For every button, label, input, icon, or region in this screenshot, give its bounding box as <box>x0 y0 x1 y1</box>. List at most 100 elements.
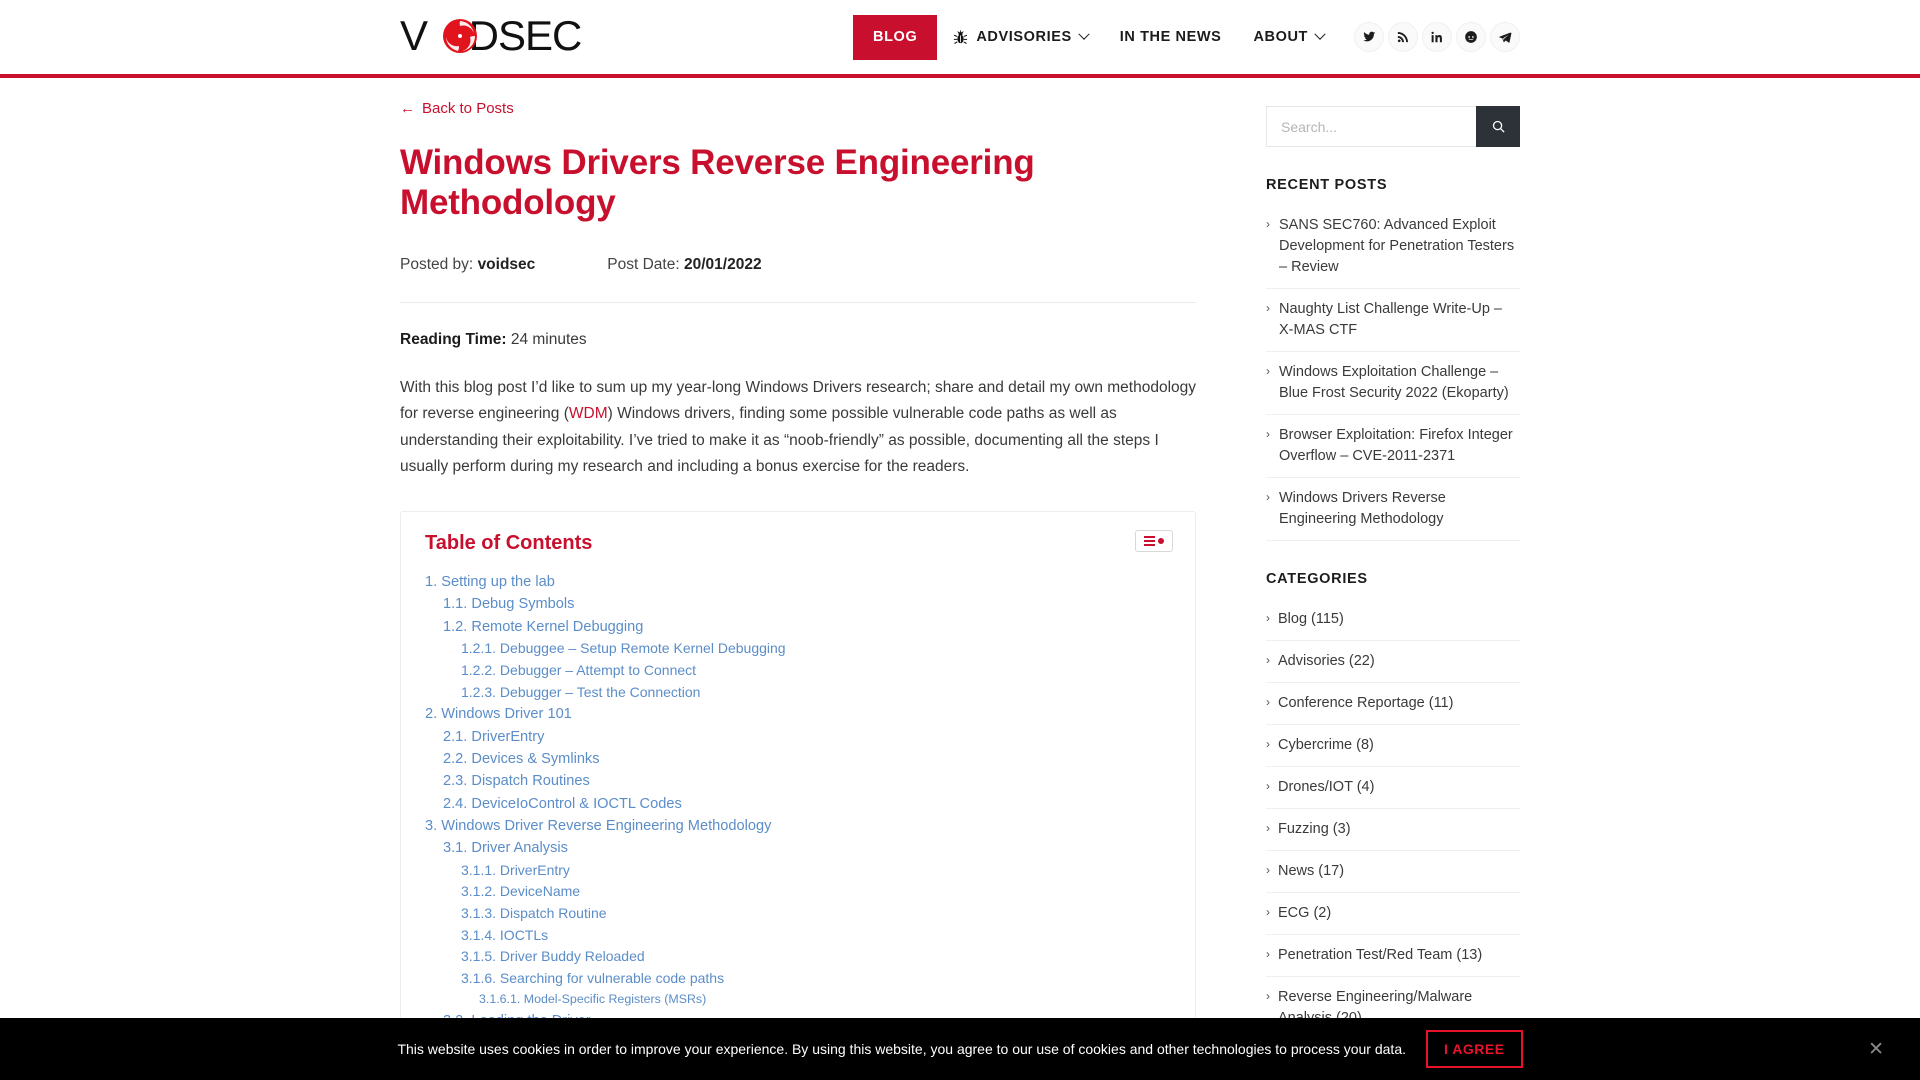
category-label: Advisories (22) <box>1278 653 1375 670</box>
toc-item-number: 3.1.6.1. <box>479 991 521 1006</box>
toc-item[interactable]: 2.1. DriverEntry <box>425 726 1171 748</box>
chevron-right-icon: › <box>1266 947 1270 962</box>
category-item[interactable]: › News (17) <box>1266 851 1520 894</box>
recent-post-item[interactable]: › SANS SEC760: Advanced Exploit Developme… <box>1266 205 1520 290</box>
toc-item[interactable]: 1. Setting up the lab <box>425 571 1171 593</box>
recent-post-label: Naughty List Challenge Write-Up – X-MAS … <box>1279 301 1502 339</box>
toc-item-number: 3.1. <box>443 840 468 857</box>
toc-item-number: 1.1. <box>443 596 468 613</box>
nav-label-advisories: ADVISORIES <box>976 29 1072 45</box>
back-to-posts-link[interactable]: ← Back to Posts <box>400 100 514 117</box>
category-item[interactable]: › Cybercrime (8) <box>1266 725 1520 768</box>
toc-item[interactable]: 2.2. Devices & Symlinks <box>425 748 1171 770</box>
chevron-right-icon: › <box>1266 905 1270 920</box>
toc-toggle-button[interactable] <box>1135 530 1173 553</box>
nav-label-in-the-news: IN THE NEWS <box>1119 29 1222 45</box>
main-nav: BLOG ADVISORIES IN THE NEWS ABOUT <box>853 0 1520 74</box>
toc-item[interactable]: 3. Windows Driver Reverse Engineering Me… <box>425 815 1171 837</box>
recent-post-label: Browser Exploitation: Firefox Integer Ov… <box>1279 427 1513 465</box>
toc-item[interactable]: 3.1.3. Dispatch Routine <box>425 903 1171 925</box>
category-item[interactable]: › ECG (2) <box>1266 893 1520 936</box>
toc-item-label: IOCTLs <box>496 926 549 943</box>
site-logo[interactable]: V IDSEC <box>400 0 604 74</box>
category-label: Conference Reportage (11) <box>1278 695 1454 712</box>
category-item[interactable]: › Drones/IOT (4) <box>1266 767 1520 810</box>
nav-item-about[interactable]: ABOUT <box>1237 17 1340 57</box>
toc-item-label: Debuggee – Setup Remote Kernel Debugging <box>496 640 786 657</box>
reddit-icon <box>1465 31 1477 43</box>
toc-item[interactable]: 1.1. Debug Symbols <box>425 593 1171 615</box>
toc-item-number: 3.1.5. <box>461 948 497 965</box>
author-name: voidsec <box>477 255 536 273</box>
close-icon[interactable]: ✕ <box>1868 1038 1884 1061</box>
category-label: News (17) <box>1278 863 1345 880</box>
category-item[interactable]: › Penetration Test/Red Team (13) <box>1266 935 1520 978</box>
recent-post-item[interactable]: › Windows Drivers Reverse Engineering Met… <box>1266 478 1520 542</box>
linkedin-icon <box>1431 31 1442 43</box>
recent-posts-title: RECENT POSTS <box>1266 177 1388 193</box>
toc-item[interactable]: 3.1.1. DriverEntry <box>425 860 1171 882</box>
category-label: ECG (2) <box>1278 905 1332 922</box>
search-input[interactable] <box>1266 106 1476 147</box>
post-content: ← Back to Posts Windows Drivers Reverse … <box>400 78 1196 1080</box>
social-link-telegram[interactable] <box>1490 22 1520 52</box>
toc-item-number: 1.2.3. <box>461 683 497 700</box>
recent-post-item[interactable]: › Naughty List Challenge Write-Up – X-MAS… <box>1266 289 1520 353</box>
chevron-down-icon <box>1314 28 1326 40</box>
social-link-rss[interactable] <box>1388 22 1418 52</box>
toc-item[interactable]: 2.3. Dispatch Routines <box>425 770 1171 792</box>
nav-item-advisories[interactable]: ADVISORIES <box>937 17 1103 57</box>
site-header: V IDSEC BLOG ADVISORIES IN THE NEWS ABOU… <box>0 0 1920 74</box>
social-links <box>1354 22 1520 52</box>
social-link-linkedin[interactable] <box>1422 22 1452 52</box>
chevron-right-icon: › <box>1266 989 1270 1004</box>
toc-item[interactable]: 3.1.6.1. Model-Specific Registers (MSRs) <box>425 990 1171 1010</box>
category-item[interactable]: › Blog (115) <box>1266 599 1520 642</box>
nav-item-in-the-news[interactable]: IN THE NEWS <box>1104 17 1238 57</box>
toc-item-label: Dispatch Routines <box>467 773 590 790</box>
toc-item-label: DeviceName <box>496 883 581 900</box>
nav-item-blog[interactable]: BLOG <box>853 14 938 60</box>
toc-item-label: Debug Symbols <box>467 596 575 613</box>
post-meta: Posted by: voidsec Post Date: 20/01/2022 <box>400 256 1196 303</box>
chevron-down-icon <box>1078 28 1090 40</box>
social-link-reddit[interactable] <box>1456 22 1486 52</box>
toc-item[interactable]: 1.2.3. Debugger – Test the Connection <box>425 682 1171 704</box>
toc-item[interactable]: 3.1. Driver Analysis <box>425 837 1171 859</box>
categories-title: CATEGORIES <box>1266 571 1368 588</box>
nav-label-about: ABOUT <box>1253 29 1308 45</box>
toc-item[interactable]: 3.1.5. Driver Buddy Reloaded <box>425 946 1171 968</box>
voidsec-logo-icon: V IDSEC <box>400 14 582 59</box>
toc-item[interactable]: 3.1.4. IOCTLs <box>425 925 1171 947</box>
rss-icon <box>1397 31 1409 43</box>
search-widget <box>1266 106 1520 147</box>
recent-post-item[interactable]: › Windows Exploitation Challenge – Blue F… <box>1266 352 1520 416</box>
toc-item-number: 3.1.1. <box>461 861 497 878</box>
toc-item[interactable]: 1.2. Remote Kernel Debugging <box>425 616 1171 638</box>
cookie-consent-text: This website uses cookies in order to im… <box>397 1041 1406 1057</box>
toc-item-number: 1.2. <box>443 618 468 635</box>
category-item[interactable]: › Fuzzing (3) <box>1266 809 1520 852</box>
toc-item[interactable]: 2.4. DeviceIoControl & IOCTL Codes <box>425 793 1171 815</box>
chevron-right-icon: › <box>1266 779 1270 794</box>
cookie-agree-button[interactable]: I AGREE <box>1426 1030 1523 1068</box>
toc-item-label: DriverEntry <box>496 861 570 878</box>
social-link-twitter[interactable] <box>1354 22 1384 52</box>
toc-item[interactable]: 3.1.2. DeviceName <box>425 881 1171 903</box>
page-title: Windows Drivers Reverse Engineering Meth… <box>400 143 1035 223</box>
category-item[interactable]: › Conference Reportage (11) <box>1266 683 1520 726</box>
category-label: Cybercrime (8) <box>1278 737 1374 754</box>
toc-item[interactable]: 2. Windows Driver 101 <box>425 703 1171 725</box>
toc-item-number: 2.2. <box>443 750 468 767</box>
chevron-right-icon: › <box>1266 217 1270 231</box>
search-submit-button[interactable] <box>1476 106 1520 147</box>
post-date-label: Post Date: <box>607 255 680 273</box>
category-item[interactable]: › Advisories (22) <box>1266 641 1520 684</box>
toc-item[interactable]: 3.1.6. Searching for vulnerable code pat… <box>425 968 1171 990</box>
toc-item[interactable]: 1.2.2. Debugger – Attempt to Connect <box>425 660 1171 682</box>
bug-icon <box>954 29 968 44</box>
wdm-link[interactable]: WDM <box>569 405 608 422</box>
toc-item-number: 2.1. <box>443 728 468 745</box>
recent-post-item[interactable]: › Browser Exploitation: Firefox Integer O… <box>1266 415 1520 479</box>
toc-item[interactable]: 1.2.1. Debuggee – Setup Remote Kernel De… <box>425 638 1171 660</box>
